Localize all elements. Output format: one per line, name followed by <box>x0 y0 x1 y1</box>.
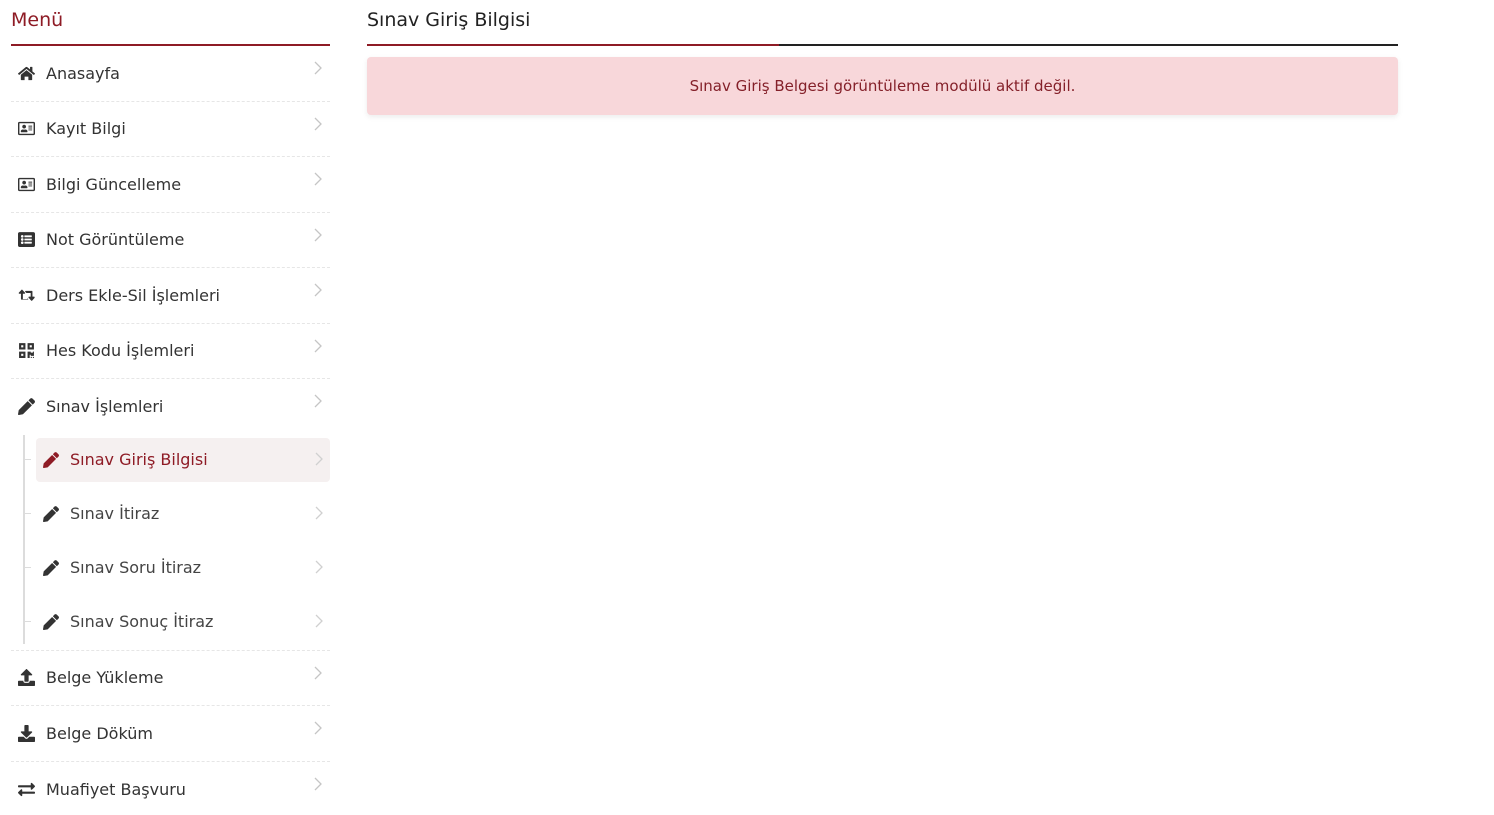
sidebar-item-label: Not Görüntüleme <box>46 230 185 250</box>
pencil-icon <box>42 451 60 469</box>
chevron-right-icon <box>315 613 323 627</box>
alert-message: Sınav Giriş Belgesi görüntüleme modülü a… <box>367 57 1398 115</box>
sidebar: Menü Anasayfa Kayıt Bilgi Bilgi Güncelle… <box>11 0 330 815</box>
sidebar-item-belge-dokum[interactable]: Belge Döküm <box>11 706 330 762</box>
sidebar-item-label: Hes Kodu İşlemleri <box>46 341 195 361</box>
sidebar-item-belge-yukleme[interactable]: Belge Yükleme <box>11 651 330 706</box>
chevron-right-icon <box>314 227 322 241</box>
chevron-right-icon <box>314 665 322 679</box>
chevron-right-icon <box>314 116 322 130</box>
list-icon <box>17 231 35 249</box>
download-icon <box>17 724 35 742</box>
sidebar-item-label: Ders Ekle-Sil İşlemleri <box>46 285 220 305</box>
submenu-line <box>23 434 25 644</box>
submenu-item-label: Sınav Giriş Bilgisi <box>70 450 208 469</box>
sidebar-item-label: Anasayfa <box>46 63 120 83</box>
sidebar-item-not-goruntuleme[interactable]: Not Görüntüleme <box>11 213 330 268</box>
chevron-right-icon <box>314 720 322 735</box>
sidebar-item-label: Kayıt Bilgi <box>46 119 126 139</box>
chevron-right-icon <box>314 338 322 352</box>
alert-text: Sınav Giriş Belgesi görüntüleme modülü a… <box>689 77 1076 95</box>
submenu-item-sinav-itiraz[interactable]: Sınav İtiraz <box>23 492 330 536</box>
page-title: Sınav Giriş Bilgisi <box>367 0 1398 46</box>
sidebar-item-label: Bilgi Güncelleme <box>46 174 182 194</box>
main-content: Sınav Giriş Bilgisi Sınav Giriş Belgesi … <box>367 0 1398 115</box>
sidebar-item-kayit-bilgi[interactable]: Kayıt Bilgi <box>11 102 330 157</box>
sidebar-item-hes-kodu[interactable]: Hes Kodu İşlemleri <box>11 324 330 379</box>
sidebar-item-label: Muafiyet Başvuru <box>46 779 186 799</box>
pencil-icon <box>42 613 60 631</box>
chevron-right-icon <box>315 505 323 519</box>
submenu-item-label: Sınav İtiraz <box>70 504 160 523</box>
submenu-item-sinav-sonuc-itiraz[interactable]: Sınav Sonuç İtiraz <box>23 600 330 644</box>
exchange-icon <box>17 780 35 798</box>
submenu-item-label: Sınav Sonuç İtiraz <box>70 612 214 631</box>
submenu-item-sinav-giris-bilgisi[interactable]: Sınav Giriş Bilgisi <box>23 437 330 482</box>
submenu-connector <box>23 458 31 460</box>
chevron-right-icon <box>314 282 322 297</box>
upload-icon <box>17 669 35 687</box>
chevron-right-icon <box>314 171 322 186</box>
pencil-icon <box>17 398 35 416</box>
retweet-icon <box>17 286 35 304</box>
sidebar-item-anasayfa[interactable]: Anasayfa <box>11 46 330 102</box>
sidebar-item-label: Belge Döküm <box>46 723 153 743</box>
submenu-item-sinav-soru-itiraz[interactable]: Sınav Soru İtiraz <box>23 546 330 590</box>
sidebar-item-muafiyet-basvuru[interactable]: Muafiyet Başvuru <box>11 762 330 815</box>
id-card-icon <box>17 120 35 138</box>
chevron-right-icon <box>315 451 323 465</box>
sidebar-item-label: Sınav İşlemleri <box>46 397 164 417</box>
submenu-sinav-islemleri: Sınav Giriş Bilgisi Sınav İtiraz Sınav S… <box>11 434 330 651</box>
chevron-right-icon <box>314 60 322 75</box>
sidebar-item-ders-ekle-sil[interactable]: Ders Ekle-Sil İşlemleri <box>11 268 330 324</box>
home-icon <box>17 64 35 82</box>
chevron-right-icon <box>314 393 322 408</box>
pencil-icon <box>42 559 60 577</box>
submenu-connector <box>23 620 31 622</box>
chevron-right-icon <box>315 559 323 573</box>
submenu-item-label: Sınav Soru İtiraz <box>70 558 202 577</box>
sidebar-item-sinav-islemleri[interactable]: Sınav İşlemleri <box>11 379 330 435</box>
menu-title: Menü <box>11 0 330 46</box>
sidebar-item-label: Belge Yükleme <box>46 668 164 688</box>
pencil-icon <box>42 505 60 523</box>
sidebar-item-bilgi-guncelleme[interactable]: Bilgi Güncelleme <box>11 157 330 213</box>
qrcode-icon <box>17 342 35 360</box>
chevron-right-icon <box>314 776 322 790</box>
submenu-connector <box>23 566 31 568</box>
id-card-icon <box>17 175 35 193</box>
submenu-connector <box>23 512 31 514</box>
